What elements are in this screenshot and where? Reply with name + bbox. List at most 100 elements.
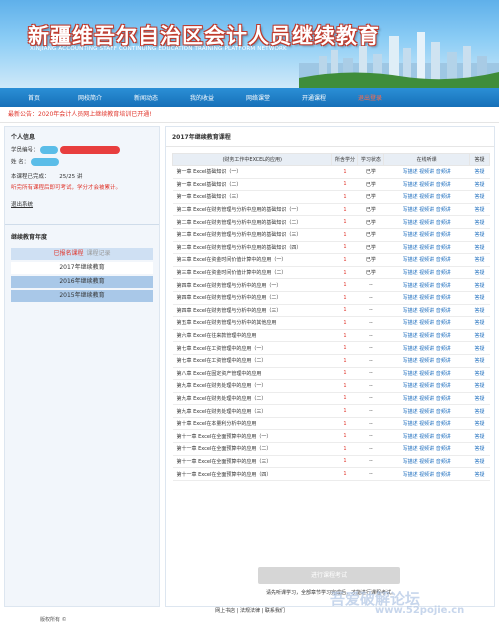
course-qa[interactable]: 答疑 [469, 278, 490, 292]
course-links[interactable]: 写描述 视频讲 音频讲 [383, 367, 470, 381]
course-credit: 1 [331, 266, 358, 280]
course-qa[interactable]: 答疑 [469, 341, 490, 355]
course-links[interactable]: 写描述 视频讲 音频讲 [383, 379, 470, 393]
course-links[interactable]: 写描述 视频讲 音频讲 [383, 417, 470, 431]
course-name: 第九章 Excel在财务处理中的应用（三） [172, 404, 332, 418]
course-qa[interactable]: 答疑 [469, 304, 490, 318]
course-status: -- [357, 354, 384, 368]
table-row: 第五章 Excel在财务管理与分析中的其他应用 1 -- 写描述 视频讲 音频讲 答疑 [172, 316, 490, 330]
col-status: 学习状态 [357, 153, 385, 166]
footer-links[interactable]: 网上书店 | 法规法律 | 联系我们 [170, 607, 330, 616]
header-banner: 新疆维吾尔自治区会计人员继续教育 XINJIANG ACCOUNTING STA… [0, 0, 499, 88]
course-status: -- [357, 442, 384, 456]
table-row: 第二章 Excel在财务管理与分析中应用的基础知识（一） 1 已学 写描述 视频讲 音… [172, 203, 490, 217]
table-row: 第一章 Excel基础知识（三） 1 已学 写描述 视频讲 音频讲 答疑 [172, 190, 490, 204]
course-qa[interactable]: 答疑 [469, 253, 490, 267]
redacted-blob [31, 157, 59, 166]
course-qa[interactable]: 答疑 [469, 228, 490, 242]
course-links[interactable]: 写描述 视频讲 音频讲 [383, 455, 470, 469]
nav-logout[interactable]: 退出登录 [342, 93, 398, 102]
course-name: 第八章 Excel在固定资产管理中的应用 [172, 367, 332, 381]
course-links[interactable]: 写描述 视频讲 音频讲 [383, 429, 470, 444]
table-row: 第十一章 Excel在全面预算中的应用（四） 1 -- 写描述 视频讲 音频讲 答疑 [172, 467, 490, 481]
year-enrolled[interactable]: 已报名课程 课程记录 [11, 248, 153, 260]
course-credit: 1 [331, 278, 358, 292]
course-qa[interactable]: 答疑 [469, 429, 490, 444]
col-credit: 所含学分 [331, 153, 359, 166]
table-row: 第九章 Excel在财务处理中的应用（一） 1 -- 写描述 视频讲 音频讲 答疑 [172, 379, 490, 393]
course-qa[interactable]: 答疑 [469, 203, 490, 217]
course-credit: 1 [331, 291, 358, 305]
course-links[interactable]: 写描述 视频讲 音频讲 [383, 266, 470, 280]
watermark-url: www.52pojie.cn [375, 605, 465, 616]
course-links[interactable]: 写描述 视频讲 音频讲 [383, 253, 470, 267]
course-qa[interactable]: 答疑 [469, 392, 490, 406]
progress-row: 本课程已完成： 25/25 讲 [5, 173, 159, 182]
course-links[interactable]: 写描述 视频讲 音频讲 [383, 178, 470, 192]
course-links[interactable]: 写描述 视频讲 音频讲 [383, 467, 470, 481]
year-2016[interactable]: 2016年继续教育 [11, 276, 153, 288]
course-qa[interactable]: 答疑 [469, 455, 490, 469]
nav-about[interactable]: 网校简介 [62, 93, 118, 102]
table-row: 第二章 Excel在财务管理与分析中应用的基础知识（四） 1 已学 写描述 视频讲 音… [172, 241, 490, 255]
left-sidebar: 个人信息 学员编号： 姓 名： 本课程已完成： 25/25 讲 听完所有课程后即… [4, 126, 160, 607]
course-name: 第十一章 Excel在全面预算中的应用（二） [172, 442, 332, 456]
course-name: 第四章 Excel在财务管理与分析中的应用（三） [172, 304, 332, 318]
course-links[interactable]: 写描述 视频讲 音频讲 [383, 329, 470, 343]
course-panel-title: 2017年继续教育课程 [166, 127, 494, 147]
course-name: 第三章 Excel在资金时间价值计算中的应用（一） [172, 253, 332, 267]
course-links[interactable]: 写描述 视频讲 音频讲 [383, 278, 470, 292]
course-links[interactable]: 写描述 视频讲 音频讲 [383, 291, 470, 305]
logout-link[interactable]: 退出系统 [5, 194, 159, 214]
course-links[interactable]: 写描述 视频讲 音频讲 [383, 190, 470, 204]
course-qa[interactable]: 答疑 [469, 404, 490, 418]
course-links[interactable]: 写描述 视频讲 音频讲 [383, 228, 470, 242]
course-qa[interactable]: 答疑 [469, 316, 490, 330]
course-qa[interactable]: 答疑 [469, 291, 490, 305]
course-qa[interactable]: 答疑 [469, 367, 490, 381]
footer-copyright: 版权所有 © [40, 617, 67, 623]
table-row: 第一章 Excel基础知识（二） 1 已学 写描述 视频讲 音频讲 答疑 [172, 178, 490, 192]
year-2015[interactable]: 2015年继续教育 [11, 290, 153, 302]
course-links[interactable]: 写描述 视频讲 音频讲 [383, 392, 470, 406]
course-name: 第十一章 Excel在全面预算中的应用（四） [172, 467, 332, 481]
table-row: 第三章 Excel在资金时间价值计算中的应用（二） 1 已学 写描述 视频讲 音频讲答… [172, 266, 490, 280]
course-links[interactable]: 写描述 视频讲 音频讲 [383, 442, 470, 456]
course-qa[interactable]: 答疑 [469, 190, 490, 204]
course-qa[interactable]: 答疑 [469, 178, 490, 192]
course-name: 第十一章 Excel在全面预算中的应用（三） [172, 455, 332, 469]
course-links[interactable]: 写描述 视频讲 音频讲 [383, 316, 470, 330]
course-status: 已学 [357, 228, 384, 242]
course-qa[interactable]: 答疑 [469, 442, 490, 456]
course-links[interactable]: 写描述 视频讲 音频讲 [383, 304, 470, 318]
course-qa[interactable]: 答疑 [469, 266, 490, 280]
course-links[interactable]: 写描述 视频讲 音频讲 [383, 215, 470, 229]
course-links[interactable]: 写描述 视频讲 音频讲 [383, 404, 470, 418]
course-qa[interactable]: 答疑 [469, 215, 490, 229]
course-status: -- [357, 291, 384, 305]
nav-earnings[interactable]: 我的收益 [174, 93, 230, 102]
nav-home[interactable]: 首页 [6, 93, 62, 102]
course-links[interactable]: 写描述 视频讲 音频讲 [383, 241, 470, 255]
course-qa[interactable]: 答疑 [469, 165, 490, 179]
course-qa[interactable]: 答疑 [469, 379, 490, 393]
nav-courses[interactable]: 开通课程 [286, 93, 342, 102]
course-links[interactable]: 写描述 视频讲 音频讲 [383, 203, 470, 217]
course-links[interactable]: 写描述 视频讲 音频讲 [383, 165, 470, 179]
nav-classroom[interactable]: 网络课堂 [230, 93, 286, 102]
course-qa[interactable]: 答疑 [469, 417, 490, 431]
table-row: 第七章 Excel在工资管理中的应用（一） 1 -- 写描述 视频讲 音频讲 答疑 [172, 341, 490, 355]
course-credit: 1 [331, 367, 358, 381]
course-qa[interactable]: 答疑 [469, 467, 490, 481]
exam-button[interactable]: 进行课程考试 [258, 567, 400, 584]
table-row: 第七章 Excel在工资管理中的应用（二） 1 -- 写描述 视频讲 音频讲 答疑 [172, 354, 490, 368]
notice-bar[interactable]: 最新公告：2020年会计人员网上继续教育培训已开通! [0, 107, 499, 123]
table-row: 第一章 Excel基础知识（一） 1 已学 写描述 视频讲 音频讲 答疑 [172, 165, 490, 179]
course-qa[interactable]: 答疑 [469, 241, 490, 255]
course-links[interactable]: 写描述 视频讲 音频讲 [383, 354, 470, 368]
nav-news[interactable]: 新闻动态 [118, 93, 174, 102]
course-qa[interactable]: 答疑 [469, 329, 490, 343]
year-2017[interactable]: 2017年继续教育 [11, 262, 153, 274]
course-links[interactable]: 写描述 视频讲 音频讲 [383, 341, 470, 355]
course-qa[interactable]: 答疑 [469, 354, 490, 368]
